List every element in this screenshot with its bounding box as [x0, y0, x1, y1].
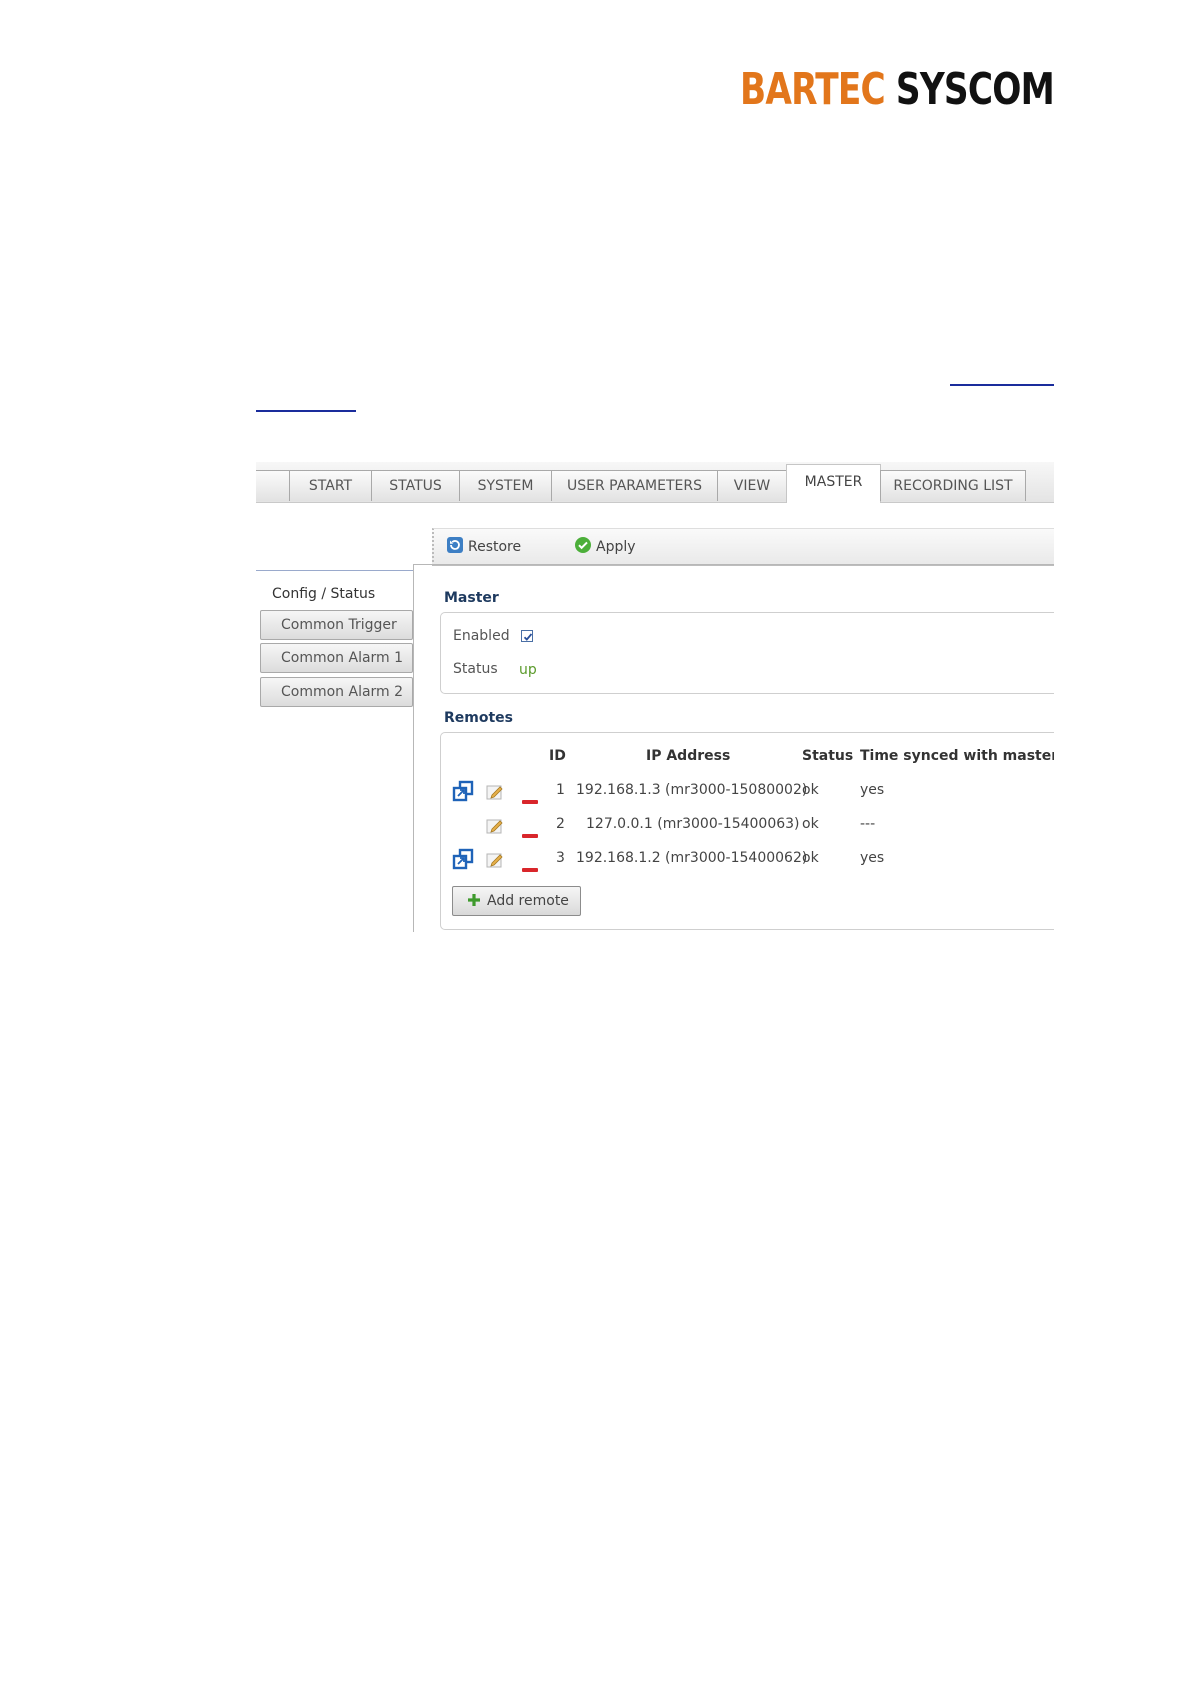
tab-status[interactable]: STATUS: [371, 470, 460, 501]
row-2-ip: 127.0.0.1 (mr3000-15400063): [586, 816, 800, 832]
col-header-status: Status: [802, 748, 854, 764]
sidebar-item-common-alarm-1[interactable]: Common Alarm 1: [260, 643, 413, 673]
bartec-syscom-logo: BARTEC SYSCOM: [740, 64, 1055, 115]
remove-icon[interactable]: [522, 790, 538, 809]
content-top-line: [414, 564, 1054, 565]
edit-icon[interactable]: [486, 783, 506, 805]
tab-master[interactable]: MASTER: [786, 464, 881, 503]
restore-icon: [446, 537, 468, 555]
logo-part-bartec: BARTEC: [740, 64, 886, 115]
tab-recording-list[interactable]: RECORDING LIST: [880, 470, 1026, 501]
tab-system[interactable]: SYSTEM: [459, 470, 552, 501]
status-label: Status: [453, 661, 498, 677]
sidebar-item-config-status[interactable]: Config / Status: [256, 580, 409, 610]
remove-icon[interactable]: [522, 858, 538, 877]
row-2-synced: ---: [860, 816, 876, 832]
col-header-ip-address: IP Address: [646, 748, 731, 764]
sidebar-top-line: [256, 570, 413, 571]
row-2-id: 2: [556, 816, 565, 832]
edit-icon[interactable]: [486, 851, 506, 873]
row-1-status: ok: [802, 782, 819, 798]
tab-start[interactable]: START: [289, 470, 372, 501]
link-underline-1[interactable]: [950, 384, 1054, 386]
apply-button[interactable]: Apply: [574, 535, 636, 559]
tab-blank[interactable]: [256, 470, 290, 501]
logo-part-syscom: SYSCOM: [895, 64, 1055, 115]
action-toolbar: Restore Apply: [432, 528, 1054, 566]
row-1-id: 1: [556, 782, 565, 798]
tab-user-parameters[interactable]: USER PARAMETERS: [551, 470, 718, 501]
master-section-title: Master: [444, 590, 499, 606]
row-2-status: ok: [802, 816, 819, 832]
master-config-window: START STATUS SYSTEM USER PARAMETERS VIEW…: [256, 462, 1054, 932]
link-underline-2[interactable]: [256, 410, 356, 412]
sidebar-divider: [413, 564, 414, 932]
enabled-label: Enabled: [453, 628, 510, 644]
add-remote-label: Add remote: [487, 893, 569, 909]
col-header-time-synced: Time synced with master: [860, 748, 1054, 764]
master-panel: Enabled Status up: [440, 612, 1054, 694]
col-header-id: ID: [549, 748, 566, 764]
edit-icon[interactable]: [486, 817, 506, 839]
row-3-id: 3: [556, 850, 565, 866]
apply-icon: [574, 537, 596, 555]
tab-view[interactable]: VIEW: [717, 470, 787, 501]
add-remote-button[interactable]: Add remote: [452, 886, 581, 916]
enabled-checkbox[interactable]: [521, 630, 533, 642]
remove-icon[interactable]: [522, 824, 538, 843]
remotes-section-title: Remotes: [444, 710, 514, 726]
open-remote-icon[interactable]: [452, 780, 474, 806]
row-1-ip: 192.168.1.3 (mr3000-15080002): [576, 782, 808, 798]
sidebar-item-common-trigger[interactable]: Common Trigger: [260, 610, 413, 640]
add-icon: [467, 893, 487, 909]
sidebar-item-common-alarm-2[interactable]: Common Alarm 2: [260, 677, 413, 707]
master-status-value: up: [519, 662, 537, 678]
apply-label: Apply: [596, 539, 636, 555]
restore-label: Restore: [468, 539, 522, 555]
row-1-synced: yes: [860, 782, 885, 798]
row-3-synced: yes: [860, 850, 885, 866]
restore-button[interactable]: Restore: [446, 535, 521, 559]
main-tab-bar: START STATUS SYSTEM USER PARAMETERS VIEW…: [256, 462, 1054, 503]
open-remote-icon[interactable]: [452, 848, 474, 874]
row-3-status: ok: [802, 850, 819, 866]
row-3-ip: 192.168.1.2 (mr3000-15400062): [576, 850, 808, 866]
